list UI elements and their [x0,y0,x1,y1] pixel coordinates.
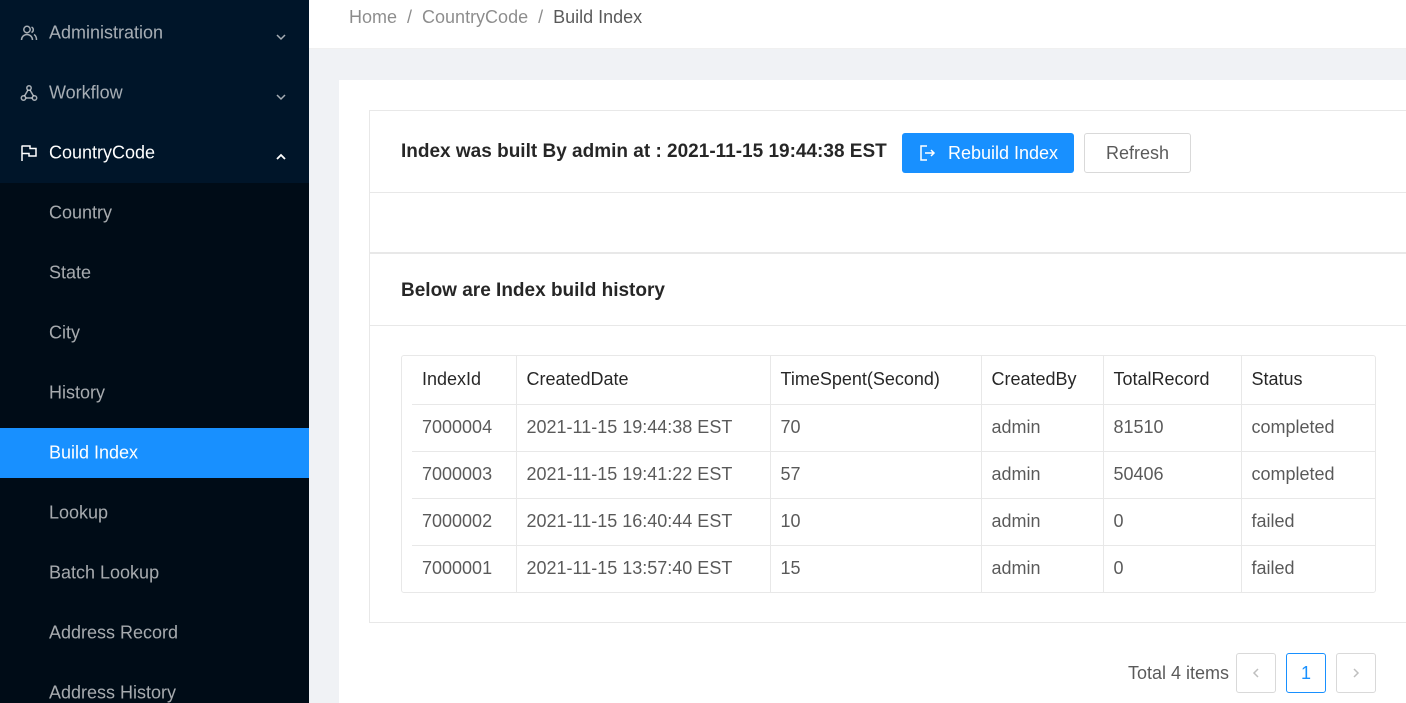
pagination: Total 4 items 1 [339,653,1406,693]
export-icon [918,144,936,162]
submenu-item-build-index[interactable]: Build Index [0,428,309,478]
workflow-icon [20,84,38,102]
breadcrumb-separator: / [407,7,413,27]
table-cell: 2021-11-15 16:40:44 EST [516,498,771,546]
history-card: Below are Index build history IndexId Cr… [369,253,1406,623]
table-cell: 57 [770,451,982,499]
sidebar: Administration Workflow CountryCode Coun… [0,0,309,703]
table-cell: admin [981,545,1104,592]
chevron-down-icon [275,27,287,41]
submenu-item-lookup[interactable]: Lookup [0,488,309,538]
table-cell: 50406 [1103,451,1242,499]
menu-item-countrycode[interactable]: CountryCode [0,128,309,178]
submenu-item-address-history[interactable]: Address History [0,668,309,703]
next-page-button[interactable] [1336,653,1376,693]
submenu-item-label: City [49,322,80,343]
table-cell: 2021-11-15 19:41:22 EST [516,451,771,499]
table-cell: 7000004 [412,404,517,452]
menu-item-label: Administration [49,22,164,43]
flag-icon [20,144,38,162]
total-items-text: Total 4 items [1128,663,1230,683]
submenu-item-label: Country [49,202,113,223]
refresh-button[interactable]: Refresh [1084,133,1191,173]
submenu-item-batch-lookup[interactable]: Batch Lookup [0,548,309,598]
submenu-item-label: Lookup [49,502,109,523]
table-cell: 0 [1103,498,1242,546]
page-number: 1 [1300,662,1311,683]
history-header: Below are Index build history [370,254,1406,326]
table-header-row: IndexId CreatedDate TimeSpent(Second) Cr… [412,356,1375,405]
menu-item-workflow[interactable]: Workflow [0,68,309,118]
table-cell: admin [981,404,1104,452]
prev-page-button[interactable] [1236,653,1276,693]
table-cell: completed [1241,404,1375,452]
rebuild-index-button[interactable]: Rebuild Index [902,133,1074,173]
refresh-label: Refresh [1105,142,1170,163]
submenu-item-label: Address History [49,682,177,703]
table-cell: 7000002 [412,498,517,546]
rebuild-index-label: Rebuild Index [947,142,1059,163]
index-built-text: Index was built By admin at : 2021-11-15… [401,141,887,162]
breadcrumb-item-build-index: Build Index [553,7,643,27]
breadcrumb-item-countrycode[interactable]: CountryCode [422,7,528,28]
table-row: 7000004 2021-11-15 19:44:38 EST 70 admin… [412,404,1375,452]
table-row: 7000002 2021-11-15 16:40:44 EST 10 admin… [412,498,1375,546]
table-cell: admin [981,498,1104,546]
table-cell: 7000001 [412,545,517,592]
submenu-item-history[interactable]: History [0,368,309,418]
breadcrumb: Home / CountryCode / Build Index [349,7,642,28]
chevron-up-icon [275,147,287,160]
breadcrumb-separator: / [538,7,544,27]
column-header: CreatedDate [516,356,771,405]
table-cell: 2021-11-15 13:57:40 EST [516,545,771,592]
index-status-card: Index was built By admin at : 2021-11-15… [369,110,1406,253]
page-1-button[interactable]: 1 [1286,653,1326,693]
history-table-wrapper: IndexId CreatedDate TimeSpent(Second) Cr… [401,355,1376,593]
submenu-item-label: Batch Lookup [49,562,160,583]
column-header: CreatedBy [981,356,1104,405]
index-status-header: Index was built By admin at : 2021-11-15… [370,111,1406,193]
column-header: Status [1241,356,1375,405]
menu-item-label: Workflow [49,82,123,103]
breadcrumb-bar: Home / CountryCode / Build Index [309,0,1406,49]
menu-item-administration[interactable]: Administration [0,8,309,58]
breadcrumb-item-home[interactable]: Home [349,7,397,28]
column-header: TotalRecord [1103,356,1242,405]
menu-item-label: CountryCode [49,142,156,163]
chevron-left-icon [1250,667,1262,679]
submenu-item-label: Address Record [49,622,179,643]
history-table: IndexId CreatedDate TimeSpent(Second) Cr… [412,356,1375,592]
column-header: TimeSpent(Second) [770,356,982,405]
submenu-item-label: State [49,262,92,283]
table-cell: 0 [1103,545,1242,592]
table-cell: 15 [770,545,982,592]
submenu-item-label: History [49,382,106,403]
submenu-item-state[interactable]: State [0,248,309,298]
submenu-item-country[interactable]: Country [0,188,309,238]
table-row: 7000003 2021-11-15 19:41:22 EST 57 admin… [412,451,1375,499]
column-header: IndexId [412,356,517,405]
content-panel: Index was built By admin at : 2021-11-15… [339,80,1406,703]
table-cell: failed [1251,558,1295,579]
table-cell: admin [981,451,1104,499]
submenu-item-address-record[interactable]: Address Record [0,608,309,658]
user-group-icon [20,24,38,42]
table-cell: completed [1241,451,1375,499]
submenu-item-label: Build Index [49,442,139,463]
table-cell: 7000003 [412,451,517,499]
table-cell: 81510 [1103,404,1242,452]
table-cell: 10 [770,498,982,546]
table-cell: failed [1241,498,1375,546]
submenu-item-city[interactable]: City [0,308,309,358]
chevron-right-icon [1350,667,1362,679]
history-title: Below are Index build history [401,280,665,301]
table-row: 7000001 2021-11-15 13:57:40 EST 15 admin… [412,545,1375,592]
table-cell: 2021-11-15 19:44:38 EST [516,404,771,452]
table-cell: 70 [770,404,982,452]
chevron-down-icon [275,87,287,101]
